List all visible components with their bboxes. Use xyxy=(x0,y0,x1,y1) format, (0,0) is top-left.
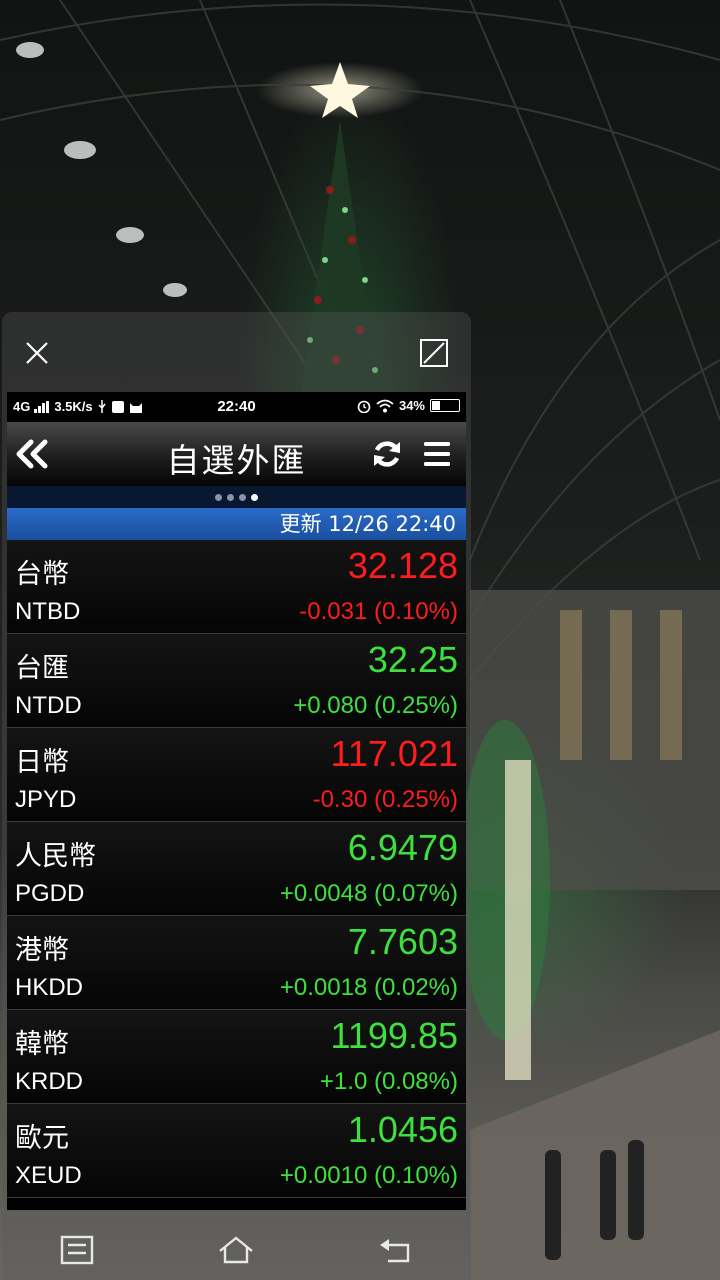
system-back-button[interactable] xyxy=(368,1228,424,1272)
page-dot[interactable] xyxy=(215,493,222,501)
recent-apps-icon xyxy=(60,1235,94,1265)
page-dot[interactable] xyxy=(239,493,246,501)
currency-price: 6.9479 xyxy=(347,827,458,868)
currency-price: 1199.85 xyxy=(330,1015,458,1056)
currency-code: PGDD xyxy=(15,880,85,907)
resize-icon xyxy=(420,339,448,367)
currency-code: NTBD xyxy=(15,598,81,625)
currency-code: XEUD xyxy=(15,1162,82,1189)
app-header: 自選外匯 xyxy=(7,422,466,486)
currency-price: 7.7603 xyxy=(347,921,458,962)
currency-price: 117.021 xyxy=(330,733,458,774)
currency-change: +0.0048 (0.07%) xyxy=(279,880,458,907)
forex-row[interactable]: 台幣 NTBD 32.128 -0.031 (0.10%) xyxy=(7,540,466,634)
currency-change: -0.031 (0.10%) xyxy=(299,598,458,625)
update-bar: 更新 12/26 22:40 xyxy=(7,508,466,540)
forex-row[interactable]: 人民幣 PGDD 6.9479 +0.0048 (0.07%) xyxy=(7,822,466,916)
currency-change: -0.30 (0.25%) xyxy=(312,786,458,813)
currency-name: 歐元 xyxy=(15,1123,69,1154)
page-dot[interactable] xyxy=(251,493,258,501)
currency-change: +0.080 (0.25%) xyxy=(293,692,458,719)
wifi-icon xyxy=(376,399,394,412)
battery-icon xyxy=(430,399,460,412)
forex-list: 台幣 NTBD 32.128 -0.031 (0.10%) 台匯 NTDD 32.25 +0.… xyxy=(7,540,466,1198)
currency-name: 台匯 xyxy=(15,653,69,684)
forex-row[interactable]: 日幣 JPYD 117.021 -0.30 (0.25%) xyxy=(7,728,466,822)
currency-price: 32.25 xyxy=(367,639,458,680)
alarm-icon xyxy=(357,400,371,413)
currency-name: 日幣 xyxy=(15,747,69,778)
currency-name: 港幣 xyxy=(15,935,69,966)
menu-button[interactable] xyxy=(417,436,457,472)
hamburger-menu-icon xyxy=(424,442,450,466)
refresh-icon xyxy=(374,441,400,467)
page-indicator[interactable] xyxy=(7,486,466,508)
update-time: 12/26 22:40 xyxy=(328,512,456,536)
status-right: 34% xyxy=(357,398,460,413)
currency-price: 32.128 xyxy=(347,545,458,586)
page-dot[interactable] xyxy=(227,493,234,501)
status-bar: 4G 3.5K/s 22:40 34% xyxy=(7,392,466,422)
forex-row[interactable]: 港幣 HKDD 7.7603 +0.0018 (0.02%) xyxy=(7,916,466,1010)
forex-row[interactable]: 韓幣 KRDD 1199.85 +1.0 (0.08%) xyxy=(7,1010,466,1104)
currency-code: NTDD xyxy=(15,692,82,719)
battery-percent: 34% xyxy=(398,398,425,413)
system-nav-bar xyxy=(0,1220,480,1280)
battery-level xyxy=(432,401,440,410)
close-icon xyxy=(26,342,48,364)
home-button[interactable] xyxy=(208,1228,264,1272)
currency-change: +0.0018 (0.02%) xyxy=(279,974,458,1001)
window-close-button[interactable] xyxy=(14,330,60,376)
currency-name: 韓幣 xyxy=(15,1029,69,1060)
currency-change: +1.0 (0.08%) xyxy=(319,1068,458,1095)
home-icon xyxy=(219,1236,253,1264)
currency-code: HKDD xyxy=(15,974,84,1001)
currency-name: 人民幣 xyxy=(15,841,96,872)
currency-change: +0.0010 (0.10%) xyxy=(279,1162,458,1189)
currency-code: KRDD xyxy=(15,1068,84,1095)
forex-row[interactable]: 歐元 XEUD 1.0456 +0.0010 (0.10%) xyxy=(7,1104,466,1198)
back-arrow-icon xyxy=(380,1239,410,1263)
update-label: 更新 xyxy=(279,512,322,536)
refresh-button[interactable] xyxy=(367,436,407,472)
forex-row[interactable]: 台匯 NTDD 32.25 +0.080 (0.25%) xyxy=(7,634,466,728)
forex-app: 4G 3.5K/s 22:40 34% 自選外匯 更新 12/26 22:40 … xyxy=(7,392,466,1210)
currency-price: 1.0456 xyxy=(347,1109,458,1150)
window-resize-button[interactable] xyxy=(411,330,457,376)
currency-code: JPYD xyxy=(15,786,77,813)
recent-apps-button[interactable] xyxy=(49,1228,105,1272)
currency-name: 台幣 xyxy=(15,559,69,590)
